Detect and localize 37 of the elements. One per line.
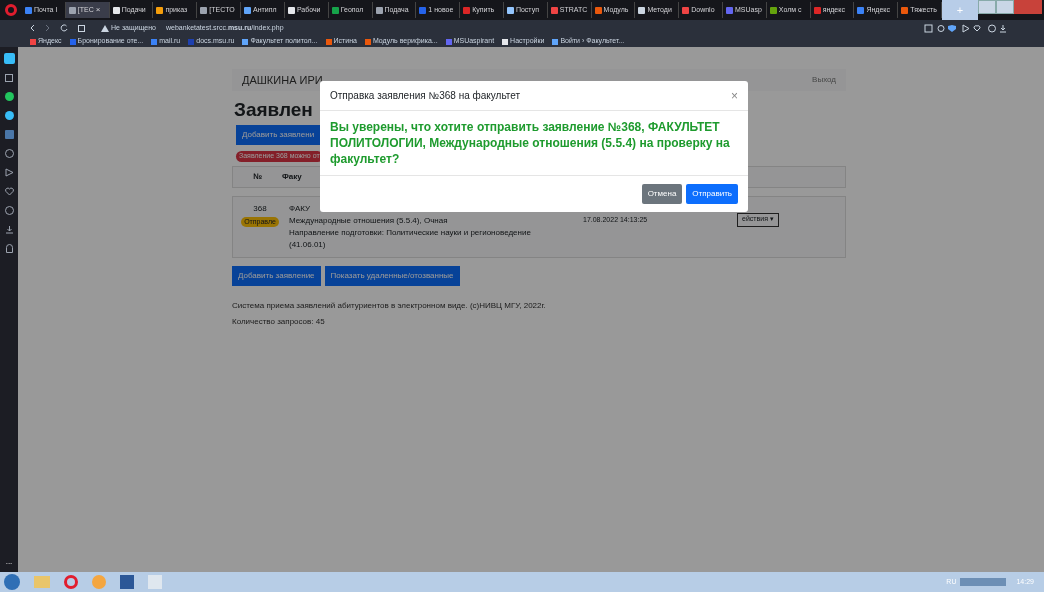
confirm-message: Вы уверены, что хотите отправить заявление №368, ФАКУЛЬТЕТ ПОЛИТОЛОГИИ, Международные отношения (5.5.4) на проверку на факультет? bbox=[329, 119, 731, 168]
cancel-button[interactable]: Отмена bbox=[641, 184, 683, 204]
download-icon[interactable] bbox=[4, 225, 14, 234]
back-icon[interactable] bbox=[30, 24, 35, 32]
warning-icon bbox=[101, 24, 109, 32]
folder-icon bbox=[34, 576, 50, 588]
submit-button[interactable]: Отправить bbox=[686, 184, 738, 204]
table-cell-text: Международные отношения (5.5.4), Очная bbox=[289, 214, 449, 227]
dialog-title: Отправка заявления №368 на факультет bbox=[330, 89, 521, 103]
browser-icon bbox=[64, 575, 78, 589]
column-header: № bbox=[253, 170, 262, 183]
column-header: Факу bbox=[281, 170, 302, 183]
page-title: Заявлен bbox=[233, 98, 314, 122]
add-application-button[interactable]: Добавить заявление bbox=[232, 265, 321, 286]
add-application-button[interactable]: Добавить заявлени bbox=[236, 125, 321, 145]
table-cell-text: ФАКУ bbox=[289, 202, 312, 215]
app-icon bbox=[92, 575, 106, 589]
forward-icon[interactable] bbox=[45, 24, 50, 32]
show-deleted-button[interactable]: Показать удаленные/отозванные bbox=[324, 265, 460, 286]
footer-text: Система приема заявлений абитуриентов в электронном виде. (c)НИВЦ МГУ, 2022г. bbox=[232, 299, 547, 312]
table-cell: 368 bbox=[253, 202, 267, 215]
send-icon[interactable] bbox=[4, 168, 14, 177]
heart-icon[interactable] bbox=[4, 187, 14, 196]
window-controls[interactable] bbox=[977, 0, 1042, 14]
home-icon bbox=[3, 53, 15, 64]
close-icon[interactable]: × bbox=[95, 4, 101, 16]
table-cell-text: Направление подготовки: Политические науки и регионоведение (41.06.01) bbox=[289, 226, 532, 251]
close-icon[interactable]: × bbox=[731, 86, 738, 105]
request-count: Количество запросов: 45 bbox=[232, 315, 326, 328]
browser-logo-icon[interactable] bbox=[5, 4, 17, 16]
message-icon bbox=[4, 130, 14, 139]
user-name: ДАШКИНА ИРИ bbox=[242, 72, 323, 88]
chat-icon bbox=[4, 92, 14, 101]
send-icon bbox=[4, 111, 14, 120]
more-icon[interactable]: ... bbox=[5, 556, 13, 572]
reload-icon[interactable] bbox=[60, 24, 68, 32]
start-icon bbox=[4, 574, 20, 590]
